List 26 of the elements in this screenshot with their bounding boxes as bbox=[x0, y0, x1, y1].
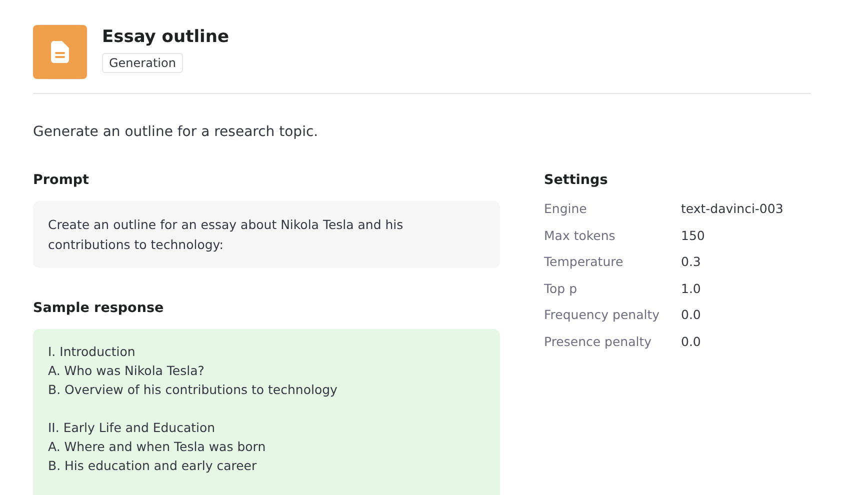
setting-value: text-davinci-003 bbox=[681, 201, 784, 218]
section-heading: Settings bbox=[544, 172, 609, 188]
response-line: II. Early Life and Education bbox=[48, 419, 216, 437]
setting-value: 0.3 bbox=[681, 254, 701, 272]
response-line: B. Overview of his contributions to technology bbox=[48, 381, 338, 399]
setting-value: 0.0 bbox=[681, 334, 701, 351]
setting-value: 1.0 bbox=[681, 280, 701, 298]
setting-label: Engine bbox=[544, 201, 588, 218]
setting-label: Top p bbox=[544, 280, 578, 298]
response-line: B. His education and early career bbox=[48, 457, 258, 475]
prompt-text: Create an outline for an essay about Nikola Tesla and his contributions to technology: bbox=[33, 201, 500, 268]
section-heading: Sample response bbox=[33, 300, 165, 316]
description: Generate an outline for a research topic. bbox=[33, 124, 320, 140]
setting-value: 150 bbox=[681, 228, 705, 245]
response-line: I. Introduction bbox=[48, 343, 136, 361]
category-tag: Generation bbox=[102, 53, 183, 73]
document-icon bbox=[51, 41, 69, 63]
setting-label: Max tokens bbox=[544, 228, 616, 245]
setting-label: Presence penalty bbox=[544, 334, 653, 351]
section-heading: Prompt bbox=[33, 172, 90, 188]
setting-value: 0.0 bbox=[681, 307, 701, 324]
response-line: A. Where and when Tesla was born bbox=[48, 438, 267, 456]
setting-label: Frequency penalty bbox=[544, 307, 661, 324]
response-line: A. Who was Nikola Tesla? bbox=[48, 362, 206, 380]
setting-label: Temperature bbox=[544, 254, 624, 272]
page-title: Essay outline bbox=[102, 27, 229, 47]
